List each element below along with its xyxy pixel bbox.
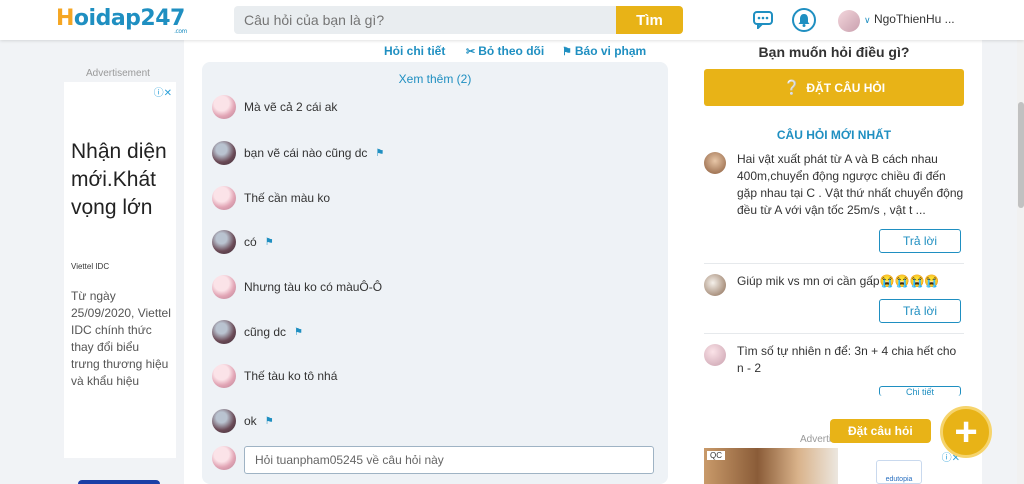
newest-questions-heading: CÂU HỎI MỚI NHẤT xyxy=(776,128,892,142)
logo-letter: H xyxy=(56,6,74,31)
report-label: Báo vi phạm xyxy=(574,44,647,58)
ad-close-icon[interactable]: ⓘ✕ xyxy=(154,84,172,99)
report-flag-icon[interactable]: ⚑ xyxy=(265,237,274,248)
answer-button[interactable]: Trả lời xyxy=(879,299,961,323)
ad-body-text: Từ ngày 25/09/2020, Viettel IDC chính th… xyxy=(71,289,171,388)
current-user-avatar xyxy=(212,446,236,470)
ask-heading: Bạn muốn hỏi điều gì? xyxy=(758,44,910,60)
ask-question-label: ĐẶT CÂU HỎI xyxy=(806,80,886,95)
ad-headline: Nhận diện mới.Khát vọng lớn xyxy=(71,140,167,219)
commenter-avatar[interactable] xyxy=(212,409,236,433)
question-icon: ❔ xyxy=(782,79,801,95)
comment-item: Thế cần màu ko xyxy=(212,186,330,210)
floating-ask-label[interactable]: Đặt câu hỏi xyxy=(830,419,931,443)
top-header: Hoidap247.com Tìm ∨ NgoThienHu ... xyxy=(0,0,1024,40)
comment-item: Thế tàu ko tô nhá xyxy=(212,364,337,388)
user-avatar[interactable] xyxy=(838,10,860,32)
ad-cta-button[interactable] xyxy=(78,480,160,484)
commenter-avatar[interactable] xyxy=(212,364,236,388)
question-text[interactable]: Giúp mik vs mn ơi cần gấp😭😭😭😭 xyxy=(737,273,965,290)
commenter-avatar[interactable] xyxy=(212,320,236,344)
left-advertisement[interactable]: ⓘ✕ Nhận diện mới.Khát vọng lớn Viettel I… xyxy=(64,82,176,458)
report-flag-icon[interactable]: ⚑ xyxy=(294,327,303,338)
asker-avatar xyxy=(704,344,726,366)
sidebar xyxy=(686,40,982,484)
divider xyxy=(704,263,964,264)
ask-detail-link[interactable]: Hỏi chi tiết xyxy=(384,44,445,58)
ad-logo: edutopia xyxy=(876,460,922,484)
sidebar-advertisement[interactable]: QC edutopia ⓘ✕ xyxy=(704,448,964,484)
site-logo[interactable]: Hoidap247 .com xyxy=(56,6,187,35)
username-label: NgoThienHu ... xyxy=(873,12,955,26)
comment-item: Mà vẽ cả 2 cái ak xyxy=(212,95,337,119)
report-link[interactable]: ⚑ Báo vi phạm xyxy=(562,44,646,58)
question-text[interactable]: Tìm số tự nhiên n để: 3n + 4 chia hết ch… xyxy=(737,343,965,377)
commenter-avatar[interactable] xyxy=(212,141,236,165)
reply-avatar-wrap xyxy=(212,446,244,470)
scrollbar-thumb[interactable] xyxy=(1018,102,1024,208)
answer-button[interactable]: Trả lời xyxy=(879,229,961,253)
comment-text: Thế tàu ko tô nhá xyxy=(244,369,338,383)
detail-button[interactable]: Chi tiết xyxy=(879,386,961,396)
comment-text: Thế cần màu ko xyxy=(244,191,331,205)
logo-suffix: .com xyxy=(174,28,187,35)
comment-text: Mà vẽ cả 2 cái ak xyxy=(244,100,338,114)
unfollow-icon: ✂ xyxy=(466,45,476,58)
comment-text: Nhưng tàu ko có màuÔ-Ô xyxy=(244,280,383,294)
ask-detail-label: Hỏi chi tiết xyxy=(384,44,446,58)
commenter-avatar[interactable] xyxy=(212,230,236,254)
comment-text: có xyxy=(244,235,257,249)
asker-avatar xyxy=(704,152,726,174)
comment-text: ok xyxy=(244,414,257,428)
comment-text: bạn vẽ cái nào cũng dc xyxy=(244,146,368,160)
reply-input[interactable]: Hỏi tuanpham05245 về câu hỏi này xyxy=(244,446,654,474)
report-flag-icon[interactable]: ⚑ xyxy=(375,148,384,159)
ad-tag: QC xyxy=(707,451,725,460)
commenter-avatar[interactable] xyxy=(212,275,236,299)
see-more-link[interactable]: Xem thêm (2) xyxy=(202,72,668,86)
user-menu[interactable]: ∨ NgoThienHu ... xyxy=(864,12,955,26)
search-input[interactable] xyxy=(234,6,616,34)
chevron-down-icon: ∨ xyxy=(864,15,871,25)
comment-item: có ⚑ xyxy=(212,230,274,254)
flag-icon: ⚑ xyxy=(562,45,572,58)
divider xyxy=(704,333,964,334)
search-button[interactable]: Tìm xyxy=(616,6,683,34)
unfollow-link[interactable]: ✂ Bỏ theo dõi xyxy=(466,44,544,58)
floating-ask-button[interactable]: + xyxy=(940,406,992,458)
question-text[interactable]: Hai vật xuất phát từ A và B cách nhau 40… xyxy=(737,151,965,219)
report-flag-icon[interactable]: ⚑ xyxy=(265,416,274,427)
comment-thread: Xem thêm (2) Mà vẽ cả 2 cái ak bạn vẽ cá… xyxy=(202,62,668,484)
ask-question-button[interactable]: ❔ ĐẶT CÂU HỎI xyxy=(704,69,964,106)
advertisement-label: Advertisement xyxy=(86,68,150,79)
comment-item: cũng dc ⚑ xyxy=(212,320,303,344)
asker-avatar xyxy=(704,274,726,296)
notification-bell-icon[interactable] xyxy=(792,8,816,32)
unfollow-label: Bỏ theo dõi xyxy=(478,44,545,58)
commenter-avatar[interactable] xyxy=(212,95,236,119)
comment-item: bạn vẽ cái nào cũng dc ⚑ xyxy=(212,141,384,165)
ad-brand: Viettel IDC xyxy=(71,262,110,271)
comment-text: cũng dc xyxy=(244,325,287,339)
comment-item: ok ⚑ xyxy=(212,409,274,433)
commenter-avatar[interactable] xyxy=(212,186,236,210)
comment-item: Nhưng tàu ko có màuÔ-Ô xyxy=(212,275,382,299)
plus-icon: + xyxy=(954,410,978,454)
logo-text: oidap247 xyxy=(73,6,185,31)
messages-icon[interactable] xyxy=(752,9,774,31)
